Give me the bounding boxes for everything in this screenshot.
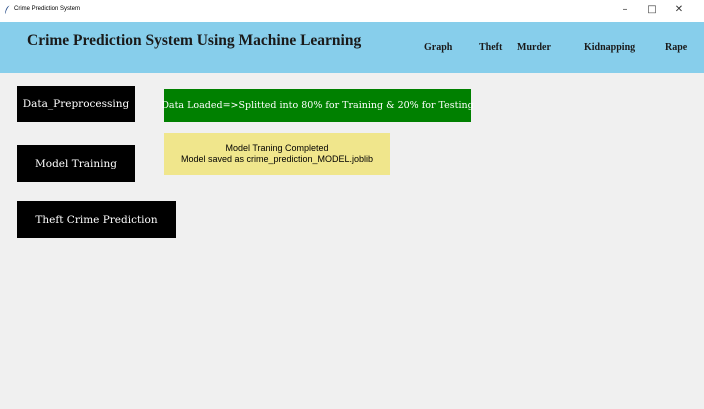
theft-crime-prediction-button[interactable]: Theft Crime Prediction [17,201,176,238]
nav-murder[interactable]: Murder [517,42,551,53]
header-bar: Crime Prediction System Using Machine Le… [0,22,704,73]
title-bar: Crime Prediction System – □ ✕ [0,0,704,22]
maximize-button[interactable]: □ [641,3,663,17]
window-title: Crime Prediction System [14,6,81,12]
data-preprocessing-button[interactable]: Data_Preprocessing [17,86,135,122]
training-status-line1: Model Traning Completed [225,143,329,153]
training-status-line2: Model saved as crime_prediction_MODEL.jo… [180,154,374,164]
app-window: Crime Prediction System – □ ✕ Crime Pred… [0,0,704,409]
training-status-message: Model Traning Completed Model saved as c… [164,133,390,175]
nav-rape[interactable]: Rape [665,42,687,53]
close-button[interactable]: ✕ [668,3,690,17]
app-title: Crime Prediction System Using Machine Le… [27,32,362,49]
nav-theft[interactable]: Theft [479,42,502,53]
nav-kidnapping[interactable]: Kidnapping [584,42,635,53]
data-loaded-message: Data Loaded=>Splitted into 80% for Train… [161,89,474,122]
model-training-button[interactable]: Model Training [17,145,135,182]
nav-graph[interactable]: Graph [424,42,452,53]
minimize-button[interactable]: – [614,3,636,17]
feather-icon [5,5,10,14]
